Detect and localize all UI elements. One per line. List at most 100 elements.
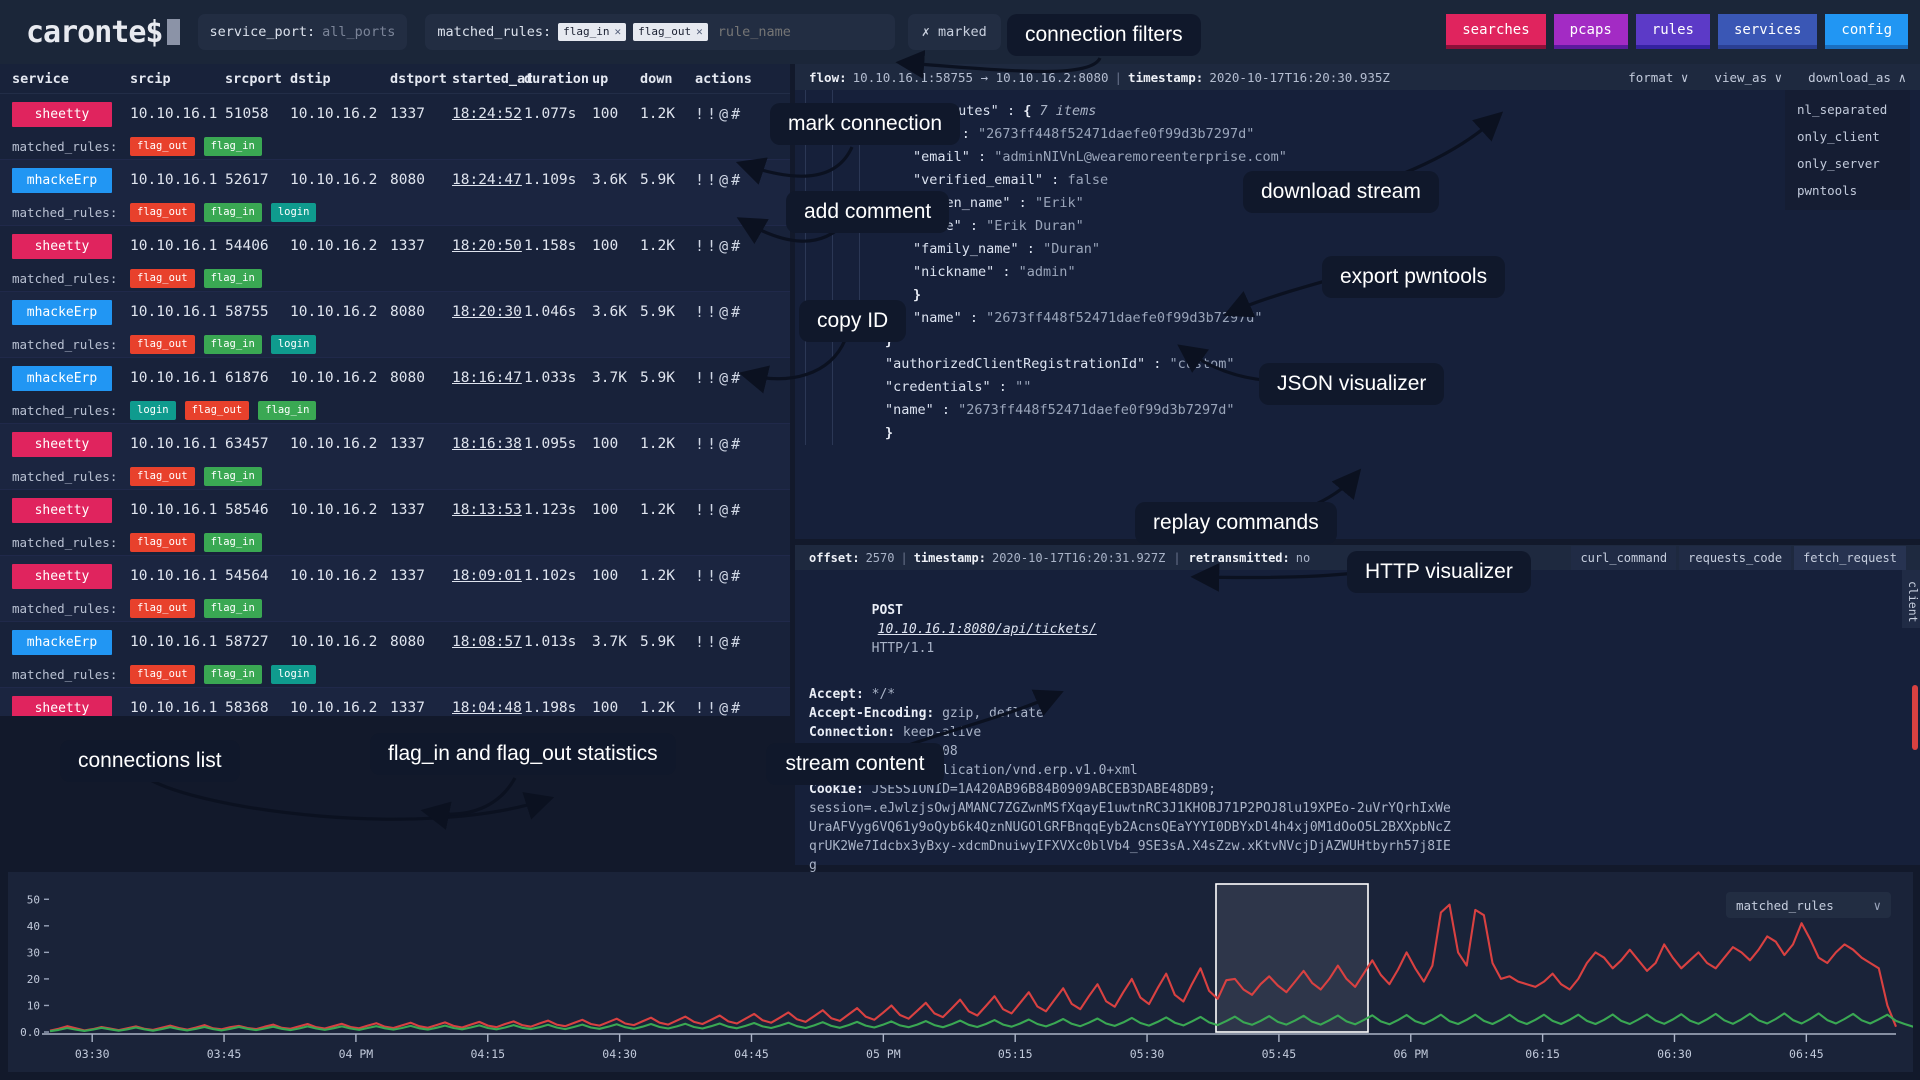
table-row[interactable]: sheetty10.10.16.16345710.10.16.2133718:1… [0, 424, 790, 464]
mark-connection-icon[interactable]: !! [695, 237, 719, 255]
cell-started-at[interactable]: 18:20:30 [452, 304, 524, 320]
service-badge[interactable]: mhackeErp [12, 168, 112, 193]
copy-id-icon[interactable]: # [731, 633, 743, 651]
chart-selection-window[interactable] [1216, 884, 1368, 1032]
mark-connection-icon[interactable]: !! [695, 105, 719, 123]
nav-button-searches[interactable]: searches [1446, 14, 1545, 49]
rule-badge[interactable]: login [271, 335, 317, 354]
copy-id-icon[interactable]: # [731, 303, 743, 321]
rule-name-input[interactable] [718, 24, 883, 40]
service-badge[interactable]: mhackeErp [12, 630, 112, 655]
service-badge[interactable]: mhackeErp [12, 366, 112, 391]
view-as-menu[interactable]: view_as ∨ [1714, 70, 1782, 85]
nav-button-services[interactable]: services [1718, 14, 1817, 49]
rule-chip-flag-in[interactable]: flag_in ✕ [558, 23, 626, 40]
mark-connection-icon[interactable]: !! [695, 171, 719, 189]
rule-badge[interactable]: flag_in [204, 335, 262, 354]
rule-badge[interactable]: flag_out [130, 269, 195, 288]
service-badge[interactable]: sheetty [12, 564, 112, 589]
rule-badge[interactable]: login [130, 401, 176, 420]
service-badge[interactable]: sheetty [12, 234, 112, 259]
copy-id-icon[interactable]: # [731, 369, 743, 387]
add-comment-icon[interactable]: @ [719, 435, 731, 453]
tab-fetch-request[interactable]: fetch_request [1794, 546, 1906, 570]
cell-started-at[interactable]: 18:16:47 [452, 370, 524, 386]
add-comment-icon[interactable]: @ [719, 369, 731, 387]
service-badge[interactable]: sheetty [12, 102, 112, 127]
mark-connection-icon[interactable]: !! [695, 501, 719, 519]
cell-started-at[interactable]: 18:08:57 [452, 634, 524, 650]
table-row[interactable]: sheetty10.10.16.15440610.10.16.2133718:2… [0, 226, 790, 266]
rule-chip-flag-out[interactable]: flag_out ✕ [633, 23, 708, 40]
rule-badge[interactable]: flag_out [130, 335, 195, 354]
cell-started-at[interactable]: 18:24:47 [452, 172, 524, 188]
service-badge[interactable]: mhackeErp [12, 300, 112, 325]
service-badge[interactable]: sheetty [12, 696, 112, 717]
copy-id-icon[interactable]: # [731, 567, 743, 585]
add-comment-icon[interactable]: @ [719, 105, 731, 123]
mark-connection-icon[interactable]: !! [695, 633, 719, 651]
cell-started-at[interactable]: 18:09:01 [452, 568, 524, 584]
rule-badge[interactable]: flag_out [130, 203, 195, 222]
add-comment-icon[interactable]: @ [719, 699, 731, 716]
service-badge[interactable]: sheetty [12, 432, 112, 457]
nav-button-pcaps[interactable]: pcaps [1554, 14, 1628, 49]
add-comment-icon[interactable]: @ [719, 633, 731, 651]
table-row[interactable]: sheetty10.10.16.15456410.10.16.2133718:0… [0, 556, 790, 596]
cell-started-at[interactable]: 18:24:52 [452, 106, 524, 122]
mark-connection-icon[interactable]: !! [695, 567, 719, 585]
table-row[interactable]: mhackeErp10.10.16.16187610.10.16.2808018… [0, 358, 790, 398]
rule-badge[interactable]: flag_out [130, 599, 195, 618]
close-icon[interactable]: ✕ [614, 25, 621, 38]
nav-button-rules[interactable]: rules [1636, 14, 1710, 49]
rule-badge[interactable]: flag_in [204, 665, 262, 684]
rule-badge[interactable]: flag_in [204, 203, 262, 222]
mark-connection-icon[interactable]: !! [695, 435, 719, 453]
copy-id-icon[interactable]: # [731, 699, 743, 716]
table-row[interactable]: sheetty10.10.16.15836810.10.16.2133718:0… [0, 688, 790, 716]
table-row[interactable]: mhackeErp10.10.16.15872710.10.16.2808018… [0, 622, 790, 662]
rule-badge[interactable]: flag_out [130, 137, 195, 156]
rule-badge[interactable]: flag_in [204, 533, 262, 552]
statistics-chart[interactable]: 0.0102030405003:3003:4504 PM04:1504:3004… [8, 872, 1913, 1072]
cell-started-at[interactable]: 18:04:48 [452, 700, 524, 716]
table-row[interactable]: sheetty10.10.16.15854610.10.16.2133718:1… [0, 490, 790, 530]
rule-badge[interactable]: flag_in [204, 599, 262, 618]
rule-badge[interactable]: login [271, 665, 317, 684]
rule-badge[interactable]: flag_in [204, 467, 262, 486]
nav-button-config[interactable]: config [1825, 14, 1908, 49]
rule-badge[interactable]: flag_out [130, 533, 195, 552]
connections-list[interactable]: service srcip srcport dstip dstport star… [0, 64, 790, 716]
cell-started-at[interactable]: 18:13:53 [452, 502, 524, 518]
table-row[interactable]: sheetty10.10.16.15105810.10.16.2133718:2… [0, 94, 790, 134]
rule-badge[interactable]: flag_out [185, 401, 250, 420]
cell-started-at[interactable]: 18:20:50 [452, 238, 524, 254]
tab-curl-command[interactable]: curl_command [1571, 546, 1676, 570]
rule-badge[interactable]: flag_out [130, 467, 195, 486]
format-menu[interactable]: format ∨ [1628, 70, 1688, 85]
rule-badge[interactable]: login [271, 203, 317, 222]
matched-rules-filter[interactable]: matched_rules: flag_in ✕ flag_out ✕ [425, 14, 894, 50]
service-badge[interactable]: sheetty [12, 498, 112, 523]
add-comment-icon[interactable]: @ [719, 171, 731, 189]
rule-badge[interactable]: flag_in [204, 269, 262, 288]
chart-canvas[interactable]: 0.0102030405003:3003:4504 PM04:1504:3004… [8, 872, 1913, 1072]
mark-connection-icon[interactable]: !! [695, 699, 719, 716]
tab-requests-code[interactable]: requests_code [1679, 546, 1791, 570]
request-url[interactable]: 10.10.16.1:8080/api/tickets/ [878, 622, 1097, 637]
copy-id-icon[interactable]: # [731, 171, 743, 189]
add-comment-icon[interactable]: @ [719, 237, 731, 255]
copy-id-icon[interactable]: # [731, 105, 743, 123]
http-scrollbar[interactable] [1912, 685, 1918, 750]
close-icon[interactable]: ✕ [696, 25, 703, 38]
marked-toggle[interactable]: ✗ marked [908, 14, 1001, 50]
service-port-filter[interactable]: service_port: all_ports [198, 14, 408, 50]
table-row[interactable]: mhackeErp10.10.16.15875510.10.16.2808018… [0, 292, 790, 332]
rule-badge[interactable]: flag_out [130, 665, 195, 684]
copy-id-icon[interactable]: # [731, 435, 743, 453]
rule-badge[interactable]: flag_in [258, 401, 316, 420]
client-side-tab[interactable]: client [1902, 570, 1920, 628]
copy-id-icon[interactable]: # [731, 237, 743, 255]
mark-connection-icon[interactable]: !! [695, 369, 719, 387]
mark-connection-icon[interactable]: !! [695, 303, 719, 321]
